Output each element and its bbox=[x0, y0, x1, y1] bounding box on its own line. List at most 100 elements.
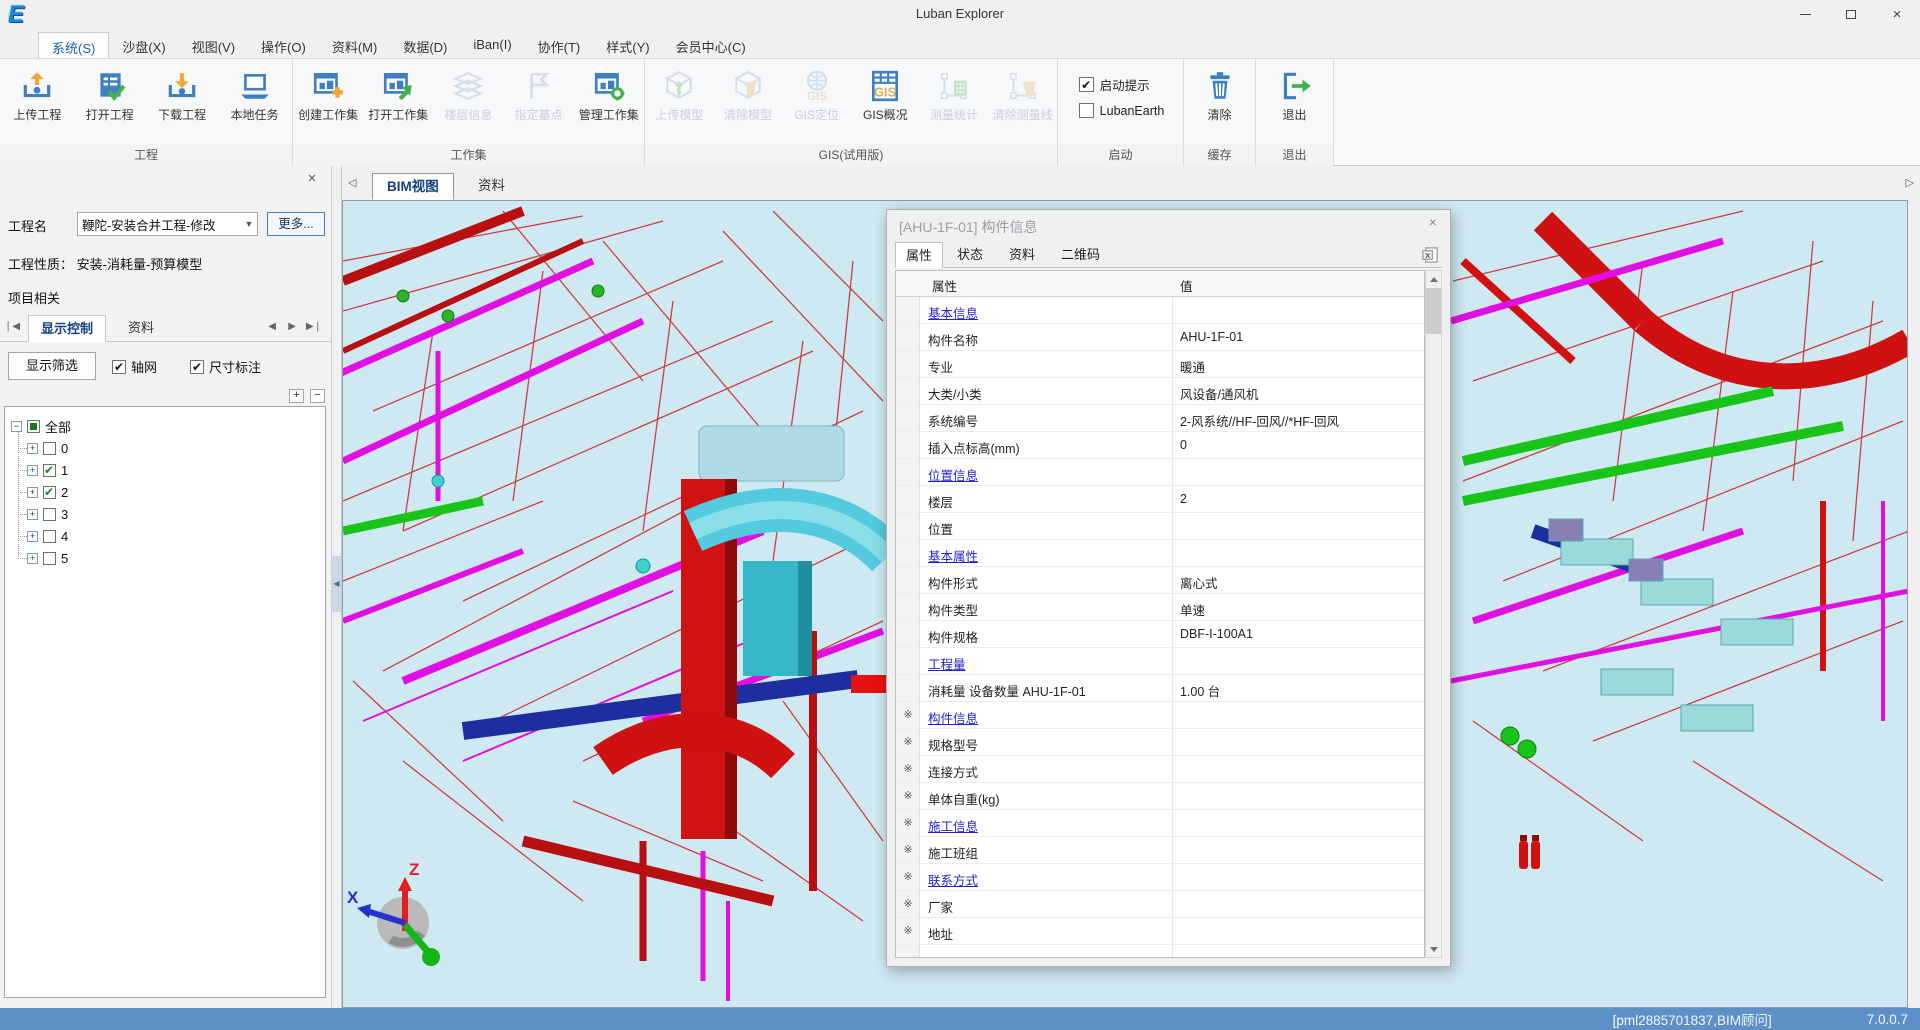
ribbon-button[interactable]: 清除 bbox=[1185, 65, 1255, 123]
ribbon-button[interactable]: 本地任务 bbox=[220, 65, 290, 123]
menu-item[interactable]: 视图(V) bbox=[179, 32, 248, 58]
scroll-down-icon[interactable] bbox=[1426, 941, 1441, 957]
tree-item[interactable]: + 2 bbox=[27, 481, 68, 503]
sidebar-tab[interactable]: 显示控制 bbox=[28, 315, 106, 342]
menu-item[interactable]: 资料(M) bbox=[319, 32, 391, 58]
property-row[interactable]: 基本属性 bbox=[896, 540, 1424, 567]
menu-item[interactable]: 会员中心(C) bbox=[663, 32, 759, 58]
project-name-select[interactable]: 鞭陀-安装合并工程-修改 ▼ bbox=[77, 212, 258, 236]
ribbon-button[interactable]: GIS GIS定位 bbox=[782, 65, 851, 123]
export-excel-icon[interactable]: X bbox=[1421, 246, 1440, 265]
property-row[interactable]: 专业 暖通 bbox=[896, 351, 1424, 378]
dialog-tab[interactable]: 二维码 bbox=[1051, 242, 1110, 268]
ribbon-button[interactable]: 清除模型 bbox=[714, 65, 783, 123]
property-row[interactable]: 位置 bbox=[896, 513, 1424, 540]
ribbon-button[interactable]: 上传模型 bbox=[645, 65, 714, 123]
property-row[interactable]: ※ 施工班组 bbox=[896, 837, 1424, 864]
ribbon-checkbox[interactable]: ✔ 启动提示 bbox=[1079, 75, 1165, 94]
tree-expander-icon[interactable]: + bbox=[27, 531, 38, 542]
ribbon-checkbox[interactable]: LubanEarth bbox=[1079, 103, 1165, 118]
tree-expander-icon[interactable]: − bbox=[11, 421, 22, 432]
ribbon-button[interactable]: GIS GIS概况 bbox=[851, 65, 920, 123]
tree-checkbox-icon[interactable] bbox=[43, 530, 56, 543]
close-button[interactable]: × bbox=[1874, 0, 1920, 28]
doc-tab-scroll-right-icon[interactable]: ▷ bbox=[1906, 176, 1914, 189]
tab-scroll-first-icon[interactable]: ❘◀ bbox=[4, 321, 20, 332]
project-related-label[interactable]: 项目相关 bbox=[8, 288, 60, 307]
menu-item[interactable]: 协作(T) bbox=[525, 32, 594, 58]
tree-item[interactable]: + 3 bbox=[27, 503, 68, 525]
tree-expander-icon[interactable]: + bbox=[27, 487, 38, 498]
document-tab[interactable]: BIM视图 bbox=[372, 173, 454, 200]
property-row[interactable]: ※ 连接方式 bbox=[896, 756, 1424, 783]
tree-checkbox-icon[interactable] bbox=[27, 420, 40, 433]
property-row[interactable]: 构件类型 单速 bbox=[896, 594, 1424, 621]
splitter-collapse-handle[interactable]: ◀ bbox=[332, 556, 341, 612]
tree-checkbox-icon[interactable] bbox=[43, 486, 56, 499]
minimize-button[interactable] bbox=[1782, 0, 1828, 28]
ribbon-button[interactable]: 打开工程 bbox=[75, 65, 145, 123]
property-row[interactable]: 大类/小类 风设备/通风机 bbox=[896, 378, 1424, 405]
ribbon-button[interactable]: 退出 bbox=[1260, 65, 1330, 123]
tree-checkbox-icon[interactable] bbox=[43, 464, 56, 477]
tree-expander-icon[interactable]: + bbox=[27, 465, 38, 476]
tree-item[interactable]: + 1 bbox=[27, 459, 68, 481]
dialog-tab[interactable]: 状态 bbox=[947, 242, 993, 268]
ribbon-button[interactable]: 管理工作集 bbox=[574, 65, 644, 123]
sidebar-checkbox[interactable]: ✔ 轴网 bbox=[112, 357, 157, 376]
ribbon-button[interactable]: 上传工程 bbox=[2, 65, 72, 123]
tree-item[interactable]: + 5 bbox=[27, 547, 68, 569]
more-button[interactable]: 更多... bbox=[267, 212, 325, 236]
ribbon-button[interactable]: 创建工作集 bbox=[293, 65, 363, 123]
display-filter-button[interactable]: 显示筛选 bbox=[8, 352, 96, 380]
property-row[interactable]: ※ 规格型号 bbox=[896, 729, 1424, 756]
tree-expand-all-button[interactable]: + bbox=[289, 389, 304, 403]
sidebar-checkbox[interactable]: ✔ 尺寸标注 bbox=[190, 357, 261, 376]
dialog-tab[interactable]: 属性 bbox=[895, 242, 943, 268]
ribbon-button[interactable]: 测量统计 bbox=[920, 65, 989, 123]
tree-item[interactable]: + 4 bbox=[27, 525, 68, 547]
document-tab[interactable]: 资料 bbox=[464, 173, 519, 200]
property-row[interactable]: 构件形式 离心式 bbox=[896, 567, 1424, 594]
tree-item[interactable]: + 0 bbox=[27, 437, 68, 459]
sidebar-close-button[interactable]: × bbox=[303, 170, 321, 188]
scrollbar-thumb[interactable] bbox=[1426, 288, 1441, 334]
property-row[interactable]: 构件名称 AHU-1F-01 bbox=[896, 324, 1424, 351]
property-row[interactable]: ※ 联系方式 bbox=[896, 864, 1424, 891]
property-row[interactable]: 基本信息 bbox=[896, 297, 1424, 324]
tab-scroll-left-icon[interactable]: ◀ bbox=[268, 321, 276, 332]
tree-expander-icon[interactable]: + bbox=[27, 443, 38, 454]
tree-expander-icon[interactable]: + bbox=[27, 509, 38, 520]
bim-3d-viewport[interactable]: Z X bbox=[342, 200, 1908, 1008]
ribbon-button[interactable]: 楼层信息 bbox=[433, 65, 503, 123]
sidebar-tab[interactable]: 资料 bbox=[116, 315, 166, 342]
tree-checkbox-icon[interactable] bbox=[43, 442, 56, 455]
menu-item[interactable]: 沙盘(X) bbox=[109, 32, 178, 58]
dialog-tab[interactable]: 资料 bbox=[999, 242, 1045, 268]
property-row[interactable]: ※ 构件信息 bbox=[896, 702, 1424, 729]
tree-checkbox-icon[interactable] bbox=[43, 508, 56, 521]
dialog-scrollbar[interactable] bbox=[1425, 270, 1442, 958]
property-row[interactable]: 插入点标高(mm) 0 bbox=[896, 432, 1424, 459]
property-row[interactable]: ※ 地址 bbox=[896, 918, 1424, 945]
menu-item[interactable]: 操作(O) bbox=[248, 32, 319, 58]
property-row[interactable]: 位置信息 bbox=[896, 459, 1424, 486]
ribbon-button[interactable]: 打开工作集 bbox=[363, 65, 433, 123]
tree-checkbox-icon[interactable] bbox=[43, 552, 56, 565]
property-row[interactable]: ※ 施工信息 bbox=[896, 810, 1424, 837]
doc-tab-scroll-left-icon[interactable]: ◁ bbox=[348, 176, 356, 189]
tree-expander-icon[interactable]: + bbox=[27, 553, 38, 564]
ribbon-button[interactable]: 指定基点 bbox=[504, 65, 574, 123]
maximize-button[interactable] bbox=[1828, 0, 1874, 28]
ribbon-button[interactable]: 清除测量线 bbox=[988, 65, 1057, 123]
property-row[interactable]: ※ 单体自重(kg) bbox=[896, 783, 1424, 810]
property-row[interactable]: 构件规格 DBF-I-100A1 bbox=[896, 621, 1424, 648]
ribbon-button[interactable]: 下载工程 bbox=[147, 65, 217, 123]
tree-item[interactable]: − 全部 bbox=[11, 415, 71, 437]
scroll-up-icon[interactable] bbox=[1426, 271, 1441, 287]
panel-splitter[interactable]: ◀ bbox=[332, 166, 342, 1008]
property-row[interactable]: 工程量 bbox=[896, 648, 1424, 675]
property-row[interactable]: 楼层 2 bbox=[896, 486, 1424, 513]
tree-collapse-all-button[interactable]: − bbox=[310, 389, 325, 403]
property-row[interactable]: 系统编号 2-风系统//HF-回风//*HF-回风 bbox=[896, 405, 1424, 432]
